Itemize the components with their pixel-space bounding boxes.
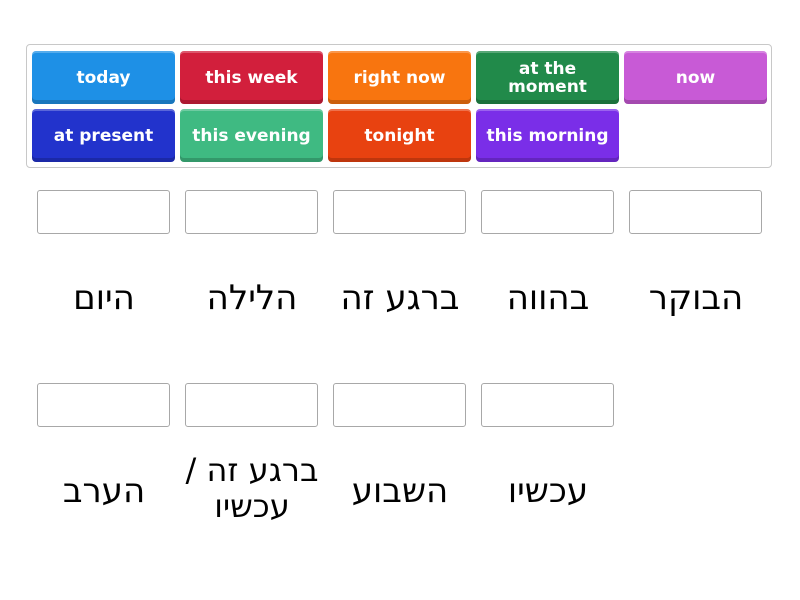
answer-tile-now[interactable]: now xyxy=(624,51,767,104)
target-label: הלילה xyxy=(206,278,298,318)
answer-tile-this-morning[interactable]: this morning xyxy=(476,109,619,162)
answer-tile-today[interactable]: today xyxy=(32,51,175,104)
drop-slot[interactable] xyxy=(629,190,762,234)
answer-tile-at-the-moment[interactable]: at the moment xyxy=(476,51,619,104)
tile-label: now xyxy=(675,67,716,88)
target-label: הערב xyxy=(62,471,146,511)
tile-label: tonight xyxy=(364,125,435,146)
target-label: הבוקר xyxy=(648,278,744,318)
answer-tile-tonight[interactable]: tonight xyxy=(328,109,471,162)
tile-label: today xyxy=(76,67,131,88)
drop-slot[interactable] xyxy=(37,190,170,234)
drop-slot[interactable] xyxy=(333,383,466,427)
answer-tile-this-evening[interactable]: this evening xyxy=(180,109,323,162)
tile-label: this morning xyxy=(486,125,609,146)
drop-slot[interactable] xyxy=(185,383,318,427)
tile-label: at present xyxy=(53,125,154,146)
target-label: ברגע זה / עכשיו xyxy=(185,451,319,525)
tile-label: this week xyxy=(205,67,298,88)
target-label: ברגע זה xyxy=(340,278,460,318)
target-label: בהווה xyxy=(506,278,590,318)
target-label: היום xyxy=(73,278,135,318)
tile-label: this evening xyxy=(192,125,311,146)
drop-slot[interactable] xyxy=(37,383,170,427)
answer-tile-this-week[interactable]: this week xyxy=(180,51,323,104)
answer-tile-right-now[interactable]: right now xyxy=(328,51,471,104)
target-label: השבוע xyxy=(351,471,449,511)
drop-slot[interactable] xyxy=(481,383,614,427)
drop-slot[interactable] xyxy=(185,190,318,234)
target-label: עכשיו xyxy=(507,471,589,511)
drop-slot[interactable] xyxy=(481,190,614,234)
drop-slot[interactable] xyxy=(333,190,466,234)
answer-tile-at-present[interactable]: at present xyxy=(32,109,175,162)
tile-label: at the moment xyxy=(508,58,587,97)
tile-label: right now xyxy=(353,67,446,88)
